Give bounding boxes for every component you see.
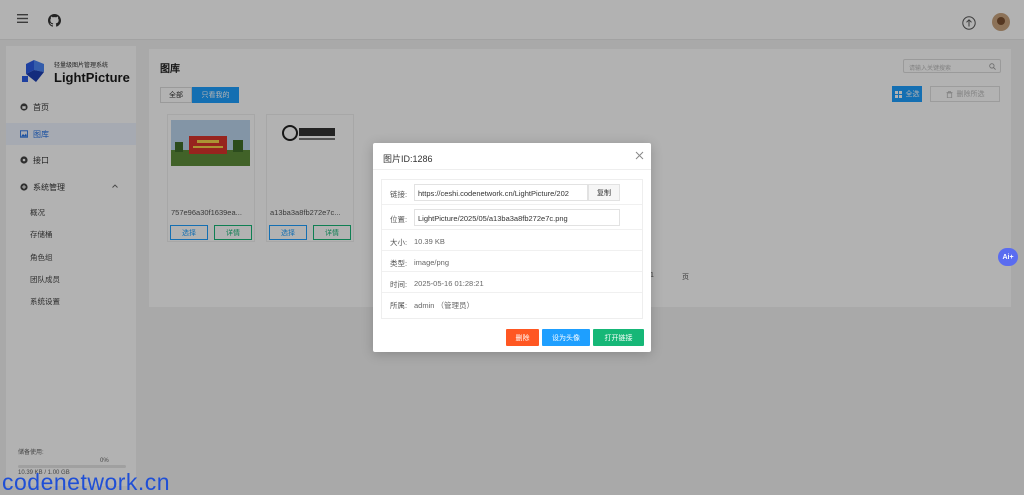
link-row: 链接: https://ceshi.codenetwork.cn/LightPi… [382,180,642,205]
location-label: 位置: [390,215,408,224]
dialog-body: 链接: https://ceshi.codenetwork.cn/LightPi… [381,179,643,319]
location-row: 位置: LightPicture/2025/05/a13ba3a8fb272e7… [382,205,642,230]
link-input[interactable]: https://ceshi.codenetwork.cn/LightPictur… [414,184,588,201]
copy-button[interactable]: 复制 [588,184,620,201]
set-avatar-button[interactable]: 设为头像 [542,329,590,346]
time-label: 时间: [390,280,408,289]
owner-value: admin （管理员） [414,301,475,310]
ai-assistant-button[interactable]: Ai+ [998,248,1018,266]
close-icon[interactable] [635,151,644,160]
open-link-button[interactable]: 打开链接 [593,329,644,346]
time-value: 2025-05-16 01:28:21 [414,279,484,288]
location-input[interactable]: LightPicture/2025/05/a13ba3a8fb272e7c.pn… [414,209,620,226]
link-label: 链接: [390,190,408,199]
dialog-title: 图片ID:1286 [383,154,433,164]
site-watermark: codenetwork.cn [2,469,171,495]
owner-label: 所属: [390,301,408,310]
type-row: 类型: image/png [382,251,642,272]
type-label: 类型: [390,259,408,268]
delete-button[interactable]: 删除 [506,329,539,346]
size-label: 大小: [390,238,408,247]
owner-row: 所属: admin （管理员） [382,293,642,318]
size-value: 10.39 KB [414,237,445,246]
time-row: 时间: 2025-05-16 01:28:21 [382,272,642,293]
image-detail-dialog: 图片ID:1286 链接: https://ceshi.codenetwork.… [373,143,651,352]
size-row: 大小: 10.39 KB [382,230,642,251]
dialog-header: 图片ID:1286 [373,143,651,170]
type-value: image/png [414,258,450,267]
